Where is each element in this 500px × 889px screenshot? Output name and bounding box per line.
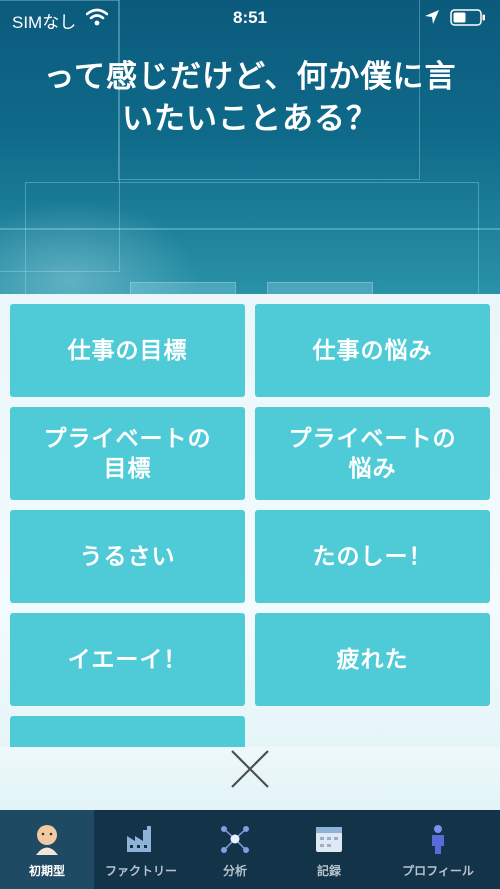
tab-records[interactable]: 記録 (282, 810, 376, 889)
calendar-icon (316, 827, 342, 852)
tab-profile[interactable]: プロフィール (376, 810, 500, 889)
factory-icon (127, 826, 151, 852)
option-private-worry[interactable]: プライベートの 悩み (255, 407, 490, 500)
option-yay[interactable]: イエーイ！ (10, 613, 245, 706)
option-work-goal[interactable]: 仕事の目標 (10, 304, 245, 397)
response-panel: 仕事の目標 仕事の悩み プライベートの 目標 プライベートの 悩み うるさい た… (0, 294, 500, 810)
question-line-1: って感じだけど、何か僕に言 (43, 59, 457, 95)
option-work-worry[interactable]: 仕事の悩み (255, 304, 490, 397)
battery-icon (450, 9, 485, 26)
background-scene (0, 0, 500, 300)
option-private-goal[interactable]: プライベートの 目標 (10, 407, 245, 500)
person-icon (432, 825, 444, 854)
network-icon (221, 826, 249, 853)
tab-factory[interactable]: ファクトリー (94, 810, 188, 889)
tab-analysis[interactable]: 分析 (188, 810, 282, 889)
option-noisy[interactable]: うるさい (10, 510, 245, 603)
status-bar: SIMなし 8:51 (0, 0, 500, 36)
tab-label-initial-model: 初期型 (28, 864, 65, 878)
option-tired[interactable]: 疲れた (255, 613, 490, 706)
close-icon[interactable] (229, 748, 271, 790)
tab-label-records: 記録 (316, 864, 341, 878)
tab-label-profile: プロフィール (402, 864, 474, 878)
location-arrow-icon (425, 10, 439, 24)
option-fun[interactable]: たのしー！ (255, 510, 490, 603)
tab-bar: 初期型 ファクトリー 分析 記録 プロフィール (0, 810, 500, 889)
character-icon (36, 825, 58, 855)
tab-initial-model[interactable]: 初期型 (0, 810, 94, 889)
tab-label-analysis: 分析 (222, 864, 247, 878)
tab-label-factory: ファクトリー (104, 864, 177, 878)
character-question: って感じだけど、何か僕に言 いたいことある？ (20, 56, 480, 140)
question-line-2: いたいことある？ (122, 101, 378, 137)
